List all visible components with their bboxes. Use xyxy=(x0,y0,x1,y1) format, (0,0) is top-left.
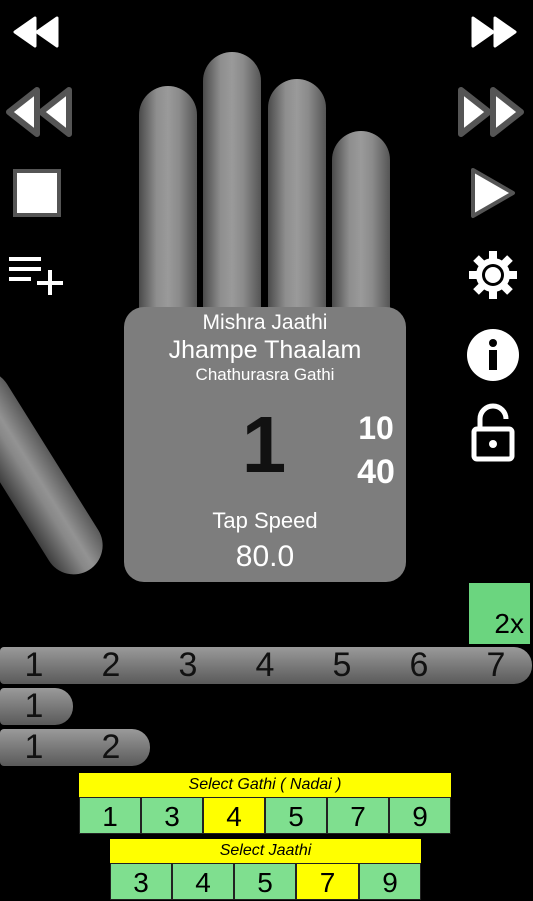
jaathi-option-3[interactable]: 3 xyxy=(110,863,172,900)
info-icon xyxy=(467,329,519,381)
stop-icon xyxy=(13,169,61,217)
playlist-add-icon xyxy=(9,257,63,295)
gathi-selector-title: Select Gathi ( Nadai ) xyxy=(79,773,451,797)
tap-speed-value: 80.0 xyxy=(235,540,295,573)
hand-palm[interactable]: Mishra Jaathi Jhampe Thaalam Chathurasra… xyxy=(124,307,406,582)
beat-number: 3 xyxy=(178,646,198,684)
beat-number: 2 xyxy=(101,728,121,766)
gear-icon xyxy=(469,251,517,299)
stop-button[interactable] xyxy=(10,166,64,220)
hand-finger-middle xyxy=(203,52,261,322)
gathi-option-7[interactable]: 7 xyxy=(327,797,389,834)
tap-speed-label: Tap Speed xyxy=(212,508,318,533)
hand-finger-little xyxy=(332,131,390,326)
lock-button[interactable] xyxy=(466,402,520,464)
rewind-small-icon xyxy=(13,16,59,48)
beat-number: 7 xyxy=(486,646,506,684)
hand-finger-ring xyxy=(268,79,326,324)
skip-back-small-button[interactable] xyxy=(8,12,64,52)
info-button[interactable] xyxy=(464,326,522,384)
beat-number: 4 xyxy=(255,646,275,684)
fast-forward-large-icon xyxy=(458,87,524,137)
skip-forward-large-button[interactable] xyxy=(454,84,528,140)
gathi-option-3[interactable]: 3 xyxy=(141,797,203,834)
count-top: 10 xyxy=(358,410,394,446)
hand-finger-index xyxy=(139,86,197,326)
jaathi-selector-title: Select Jaathi xyxy=(110,839,421,863)
jaathi-label: Mishra Jaathi xyxy=(202,311,328,334)
gathi-label: Chathurasra Gathi xyxy=(195,365,335,384)
hand-thumb xyxy=(0,359,114,586)
skip-forward-small-button[interactable] xyxy=(466,12,522,52)
gathi-option-9[interactable]: 9 xyxy=(389,797,451,834)
beat-number: 1 xyxy=(24,728,44,766)
gathi-option-1[interactable]: 1 xyxy=(79,797,141,834)
jaathi-option-9[interactable]: 9 xyxy=(359,863,421,900)
settings-button[interactable] xyxy=(464,246,522,304)
playlist-add-button[interactable] xyxy=(6,252,66,296)
beat-number: 2 xyxy=(101,646,121,684)
speed-multiplier-label: 2x xyxy=(494,608,524,639)
jaathi-option-4[interactable]: 4 xyxy=(172,863,234,900)
beat-row-drutam[interactable]: 1 2 xyxy=(0,729,150,766)
play-icon xyxy=(471,168,515,218)
beat-number: 5 xyxy=(332,646,352,684)
beat-row-laghu[interactable]: 1 2 3 4 5 6 7 xyxy=(0,647,532,684)
jaathi-option-5[interactable]: 5 xyxy=(234,863,296,900)
beat-number: 1 xyxy=(24,646,44,684)
thaalam-label: Jhampe Thaalam xyxy=(168,336,362,364)
unlock-icon xyxy=(471,403,515,462)
gathi-option-5[interactable]: 5 xyxy=(265,797,327,834)
gathi-option-4[interactable]: 4 xyxy=(203,797,265,834)
beat-number: 1 xyxy=(24,687,44,725)
jaathi-option-7[interactable]: 7 xyxy=(296,863,359,900)
beat-number: 6 xyxy=(409,646,429,684)
count-bottom: 40 xyxy=(357,453,395,491)
current-beat-number: 1 xyxy=(241,400,287,489)
speed-multiplier-button[interactable]: 2x xyxy=(469,583,530,644)
play-button[interactable] xyxy=(464,164,520,222)
rewind-large-icon xyxy=(6,87,72,137)
skip-back-large-button[interactable] xyxy=(2,84,76,140)
fast-forward-small-icon xyxy=(471,16,517,48)
beat-row-anudrutam[interactable]: 1 xyxy=(0,688,73,725)
